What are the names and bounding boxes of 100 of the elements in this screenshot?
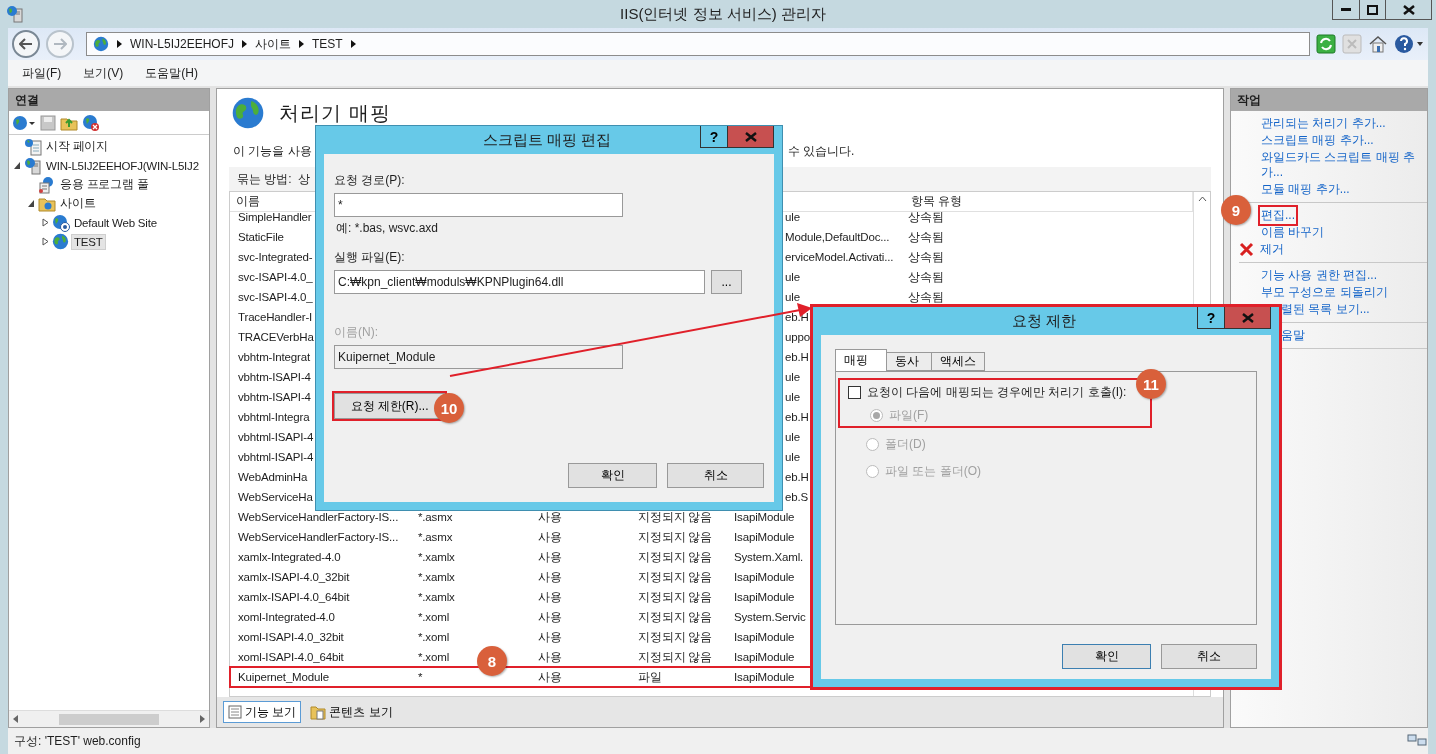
scroll-right-icon[interactable] bbox=[200, 715, 205, 723]
table-cell: IsapiModule bbox=[734, 511, 795, 523]
view-tab[interactable]: 콘텐츠 보기 bbox=[305, 701, 398, 723]
menu-item[interactable]: 도움말(H) bbox=[145, 64, 198, 82]
collapse-icon[interactable] bbox=[14, 161, 21, 170]
table-cell: * bbox=[418, 671, 423, 683]
table-cell: 지정되지 않음 bbox=[638, 529, 713, 545]
ok-button[interactable]: 확인 bbox=[1062, 644, 1151, 669]
dialog-title: 스크립트 매핑 편집 bbox=[481, 130, 613, 150]
table-cell: uppo bbox=[785, 331, 810, 343]
action-link[interactable]: 이름 바꾸기 bbox=[1261, 225, 1325, 240]
group-by-label: 묶는 방법: bbox=[237, 170, 292, 188]
scroll-left-icon[interactable] bbox=[13, 715, 18, 723]
action-link[interactable]: 제거 bbox=[1260, 242, 1284, 257]
table-cell: xoml-ISAPI-4.0_64bit bbox=[238, 651, 344, 663]
cancel-button[interactable]: 취소 bbox=[667, 463, 764, 488]
browse-button[interactable]: ... bbox=[711, 270, 742, 294]
table-cell: WebServiceHa bbox=[238, 491, 313, 503]
action-link[interactable]: 모듈 매핑 추가... bbox=[1261, 182, 1350, 197]
action-link[interactable]: 움말 bbox=[1281, 328, 1305, 343]
collapse-icon[interactable] bbox=[28, 199, 35, 208]
group-by-dropdown[interactable]: 상 bbox=[297, 170, 310, 188]
table-cell: IsapiModule bbox=[734, 671, 795, 683]
table-cell: 지정되지 않음 bbox=[638, 609, 713, 625]
table-cell: 사용 bbox=[538, 529, 562, 545]
ok-button[interactable]: 확인 bbox=[568, 463, 657, 488]
column-header[interactable]: 항목 유형 bbox=[905, 192, 1193, 211]
field-label: 요청 경로(P): bbox=[334, 172, 406, 189]
home-icon[interactable] bbox=[1368, 34, 1388, 54]
radio-label: 파일(F) bbox=[889, 407, 929, 424]
table-cell: xoml-Integrated-4.0 bbox=[238, 611, 335, 623]
table-cell: 사용 bbox=[538, 609, 562, 625]
globe-dropdown-icon[interactable] bbox=[12, 114, 36, 131]
help-button[interactable]: ? bbox=[1197, 307, 1225, 329]
globe-icon bbox=[231, 96, 265, 130]
table-cell: ule bbox=[785, 451, 800, 463]
scroll-up-icon[interactable] bbox=[1197, 196, 1207, 202]
table-cell: 상속됨 bbox=[908, 229, 944, 245]
action-link[interactable]: 와일드카드 스크립트 매핑 추가... bbox=[1261, 150, 1421, 180]
expand-icon[interactable] bbox=[42, 237, 49, 246]
checkbox[interactable] bbox=[848, 386, 861, 399]
list-view-icon bbox=[228, 705, 242, 719]
table-cell: *.asmx bbox=[418, 511, 453, 523]
executable-field[interactable]: C:₩kpn_client₩moduls₩KPNPlugin64.dll bbox=[334, 270, 705, 294]
table-cell: SimpleHandler bbox=[238, 211, 312, 223]
chevron-icon bbox=[350, 40, 356, 48]
close-icon[interactable] bbox=[1402, 4, 1415, 15]
table-cell: svc-Integrated- bbox=[238, 251, 313, 263]
action-link[interactable]: 렬된 목록 보기... bbox=[1281, 302, 1370, 317]
tree-item[interactable]: 시작 페이지 bbox=[44, 138, 110, 155]
tree-item[interactable]: Default Web Site bbox=[72, 215, 159, 230]
table-cell: ule bbox=[785, 211, 800, 223]
table-cell: xamlx-Integrated-4.0 bbox=[238, 551, 341, 563]
app-pool-icon bbox=[38, 175, 56, 194]
table-cell: 상속됨 bbox=[908, 249, 944, 265]
start-page-icon bbox=[24, 137, 42, 156]
horizontal-scrollbar[interactable] bbox=[9, 710, 209, 727]
menu-item[interactable]: 파일(F) bbox=[22, 64, 62, 82]
field-label: 실행 파일(E): bbox=[334, 249, 406, 266]
back-arrow-icon[interactable] bbox=[19, 38, 33, 50]
refresh-icon[interactable] bbox=[1316, 34, 1336, 54]
table-cell: 지정되지 않음 bbox=[638, 549, 713, 565]
tree-item[interactable]: WIN-L5IJ2EEHOFJ(WIN-L5IJ2 bbox=[44, 158, 201, 173]
action-link[interactable]: 편집... bbox=[1261, 208, 1295, 223]
table-cell: 사용 bbox=[538, 549, 562, 565]
radio-label: 파일 또는 폴더(O) bbox=[885, 463, 981, 480]
tree-item[interactable]: TEST bbox=[71, 233, 106, 250]
breadcrumb[interactable]: WIN-L5IJ2EEHOFJ bbox=[130, 37, 234, 51]
help-icon[interactable] bbox=[1394, 34, 1424, 54]
action-link[interactable]: 부모 구성으로 되돌리기 bbox=[1261, 285, 1388, 300]
status-text: 구성: 'TEST' web.config bbox=[14, 732, 141, 750]
path-field[interactable]: * bbox=[334, 193, 623, 217]
tree-item[interactable]: 응용 프로그램 풀 bbox=[58, 176, 151, 193]
menu-item[interactable]: 보기(V) bbox=[83, 64, 124, 82]
help-button[interactable]: ? bbox=[700, 126, 728, 148]
table-cell: 지정되지 않음 bbox=[638, 629, 713, 645]
table-cell: svc-ISAPI-4.0_ bbox=[238, 271, 313, 283]
maximize-icon[interactable] bbox=[1367, 4, 1378, 15]
breadcrumb[interactable]: TEST bbox=[312, 37, 343, 51]
tree-item[interactable]: 사이트 bbox=[58, 195, 98, 212]
table-cell: *.xoml bbox=[418, 651, 450, 663]
action-link[interactable]: 기능 사용 권한 편집... bbox=[1261, 268, 1377, 283]
view-tab[interactable]: 기능 보기 bbox=[223, 701, 302, 723]
tab[interactable]: 동사 bbox=[886, 352, 932, 371]
expand-icon[interactable] bbox=[42, 218, 49, 227]
table-cell: 지정되지 않음 bbox=[638, 649, 713, 665]
table-cell: Kuipernet_Module bbox=[238, 671, 329, 683]
table-cell: 사용 bbox=[538, 629, 562, 645]
breadcrumb[interactable]: 사이트 bbox=[255, 35, 291, 53]
tab[interactable]: 매핑 bbox=[835, 349, 887, 371]
tab[interactable]: 액세스 bbox=[931, 352, 985, 371]
address-field[interactable]: WIN-L5IJ2EEHOFJ 사이트 TEST bbox=[86, 32, 1310, 56]
table-cell: TRACEVerbHa bbox=[238, 331, 314, 343]
action-link[interactable]: 스크립트 매핑 추가... bbox=[1261, 133, 1374, 148]
network-icon bbox=[1406, 733, 1428, 749]
cancel-button[interactable]: 취소 bbox=[1161, 644, 1257, 669]
back-button[interactable] bbox=[12, 30, 40, 58]
disconnect-icon[interactable] bbox=[82, 113, 100, 132]
table-cell: IsapiModule bbox=[734, 631, 795, 643]
action-link[interactable]: 관리되는 처리기 추가... bbox=[1261, 116, 1386, 131]
